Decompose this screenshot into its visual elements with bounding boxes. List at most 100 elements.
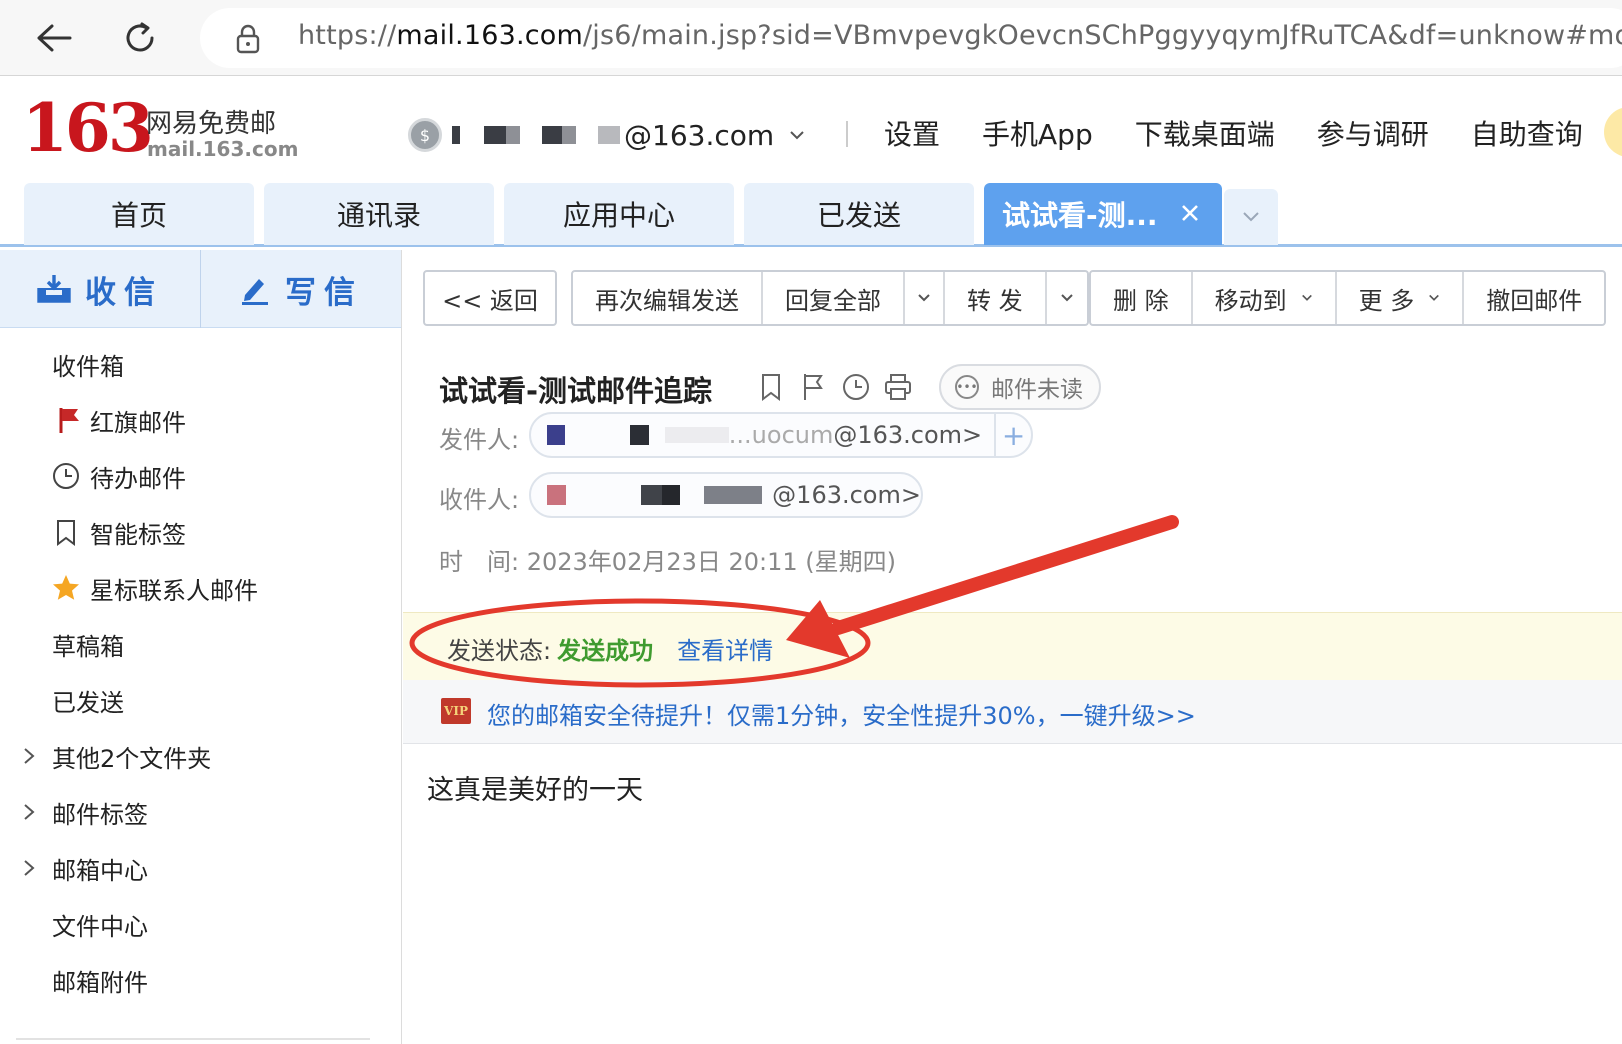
reload-icon[interactable] [116,14,164,62]
logo-163[interactable]: 163 [22,95,154,161]
inbox-download-icon [37,275,71,303]
clock-icon[interactable] [841,372,869,402]
header-links: 设置 手机App 下载桌面端 参与调研 自助查询 [884,113,1583,153]
sidebar-item-label: 邮件标签 [52,800,148,829]
sidebar-item-label: 收件箱 [52,352,124,381]
sidebar-item-flagged[interactable]: 红旗邮件 [0,392,401,448]
close-icon[interactable] [1180,203,1200,223]
account-email: @163.com [624,118,775,152]
sidebar-item-file-center[interactable]: 文件中心 [0,896,401,952]
unread-status-pill[interactable]: ••• 邮件未读 [939,364,1101,410]
tab-app-center[interactable]: 应用中心 [504,183,734,245]
sidebar-item-label: 邮箱附件 [52,968,148,997]
sender-address: @163.com> [833,421,983,449]
sidebar-item-label: 星标联系人邮件 [90,576,258,605]
reedit-send-button[interactable]: 再次编辑发送 [573,272,763,324]
sidebar-item-smart-tags[interactable]: 智能标签 [0,504,401,560]
view-details-link[interactable]: 查看详情 [677,631,773,666]
clock-icon [53,463,79,489]
account-menu[interactable]: $ @163.com [408,115,804,155]
status-value: 发送成功 [557,637,654,665]
back-button[interactable]: << 返回 [425,272,555,324]
sidebar-item-label: 红旗邮件 [90,408,186,437]
back-arrow-icon[interactable] [30,14,78,62]
sidebar-item-mailbox-center[interactable]: 邮箱中心 [0,840,401,896]
move-to-button[interactable]: 移动到 [1193,272,1337,324]
forward-dropdown[interactable] [1047,272,1087,324]
folder-list: 收件箱 红旗邮件 待办邮件 智能标签 星标联系人邮件 草稿箱 已发送 其他2个文… [0,336,401,1008]
url-prefix: https:// [298,20,397,51]
tab-home[interactable]: 首页 [24,183,254,245]
add-contact-icon[interactable]: + [994,414,1031,456]
reply-all-button[interactable]: 回复全部 [763,272,905,324]
sidebar-item-mail-tags[interactable]: 邮件标签 [0,784,401,840]
self-service-link[interactable]: 自助查询 [1471,113,1583,153]
sidebar-item-drafts[interactable]: 草稿箱 [0,616,401,672]
print-icon[interactable] [883,372,911,402]
vip-badge-icon: VIP [441,698,471,724]
account-badge-icon: $ [408,118,442,152]
sidebar-item-sent[interactable]: 已发送 [0,672,401,728]
browser-toolbar: https://mail.163.com/js6/main.jsp?sid=VB… [0,0,1622,76]
url-path: /js6/main.jsp?sid=VBmvpevgkOevcnSChPggyy… [583,20,1622,51]
sidebar-item-label: 已发送 [52,688,124,717]
sidebar-item-label: 其他2个文件夹 [52,744,212,773]
address-bar[interactable]: https://mail.163.com/js6/main.jsp?sid=VB… [200,8,1622,68]
redacted-block [641,485,662,505]
mail-body: 这真是美好的一天 [427,775,643,806]
sidebar-item-todo[interactable]: 待办邮件 [0,448,401,504]
sender-address-pill[interactable]: ...uocum @163.com> + [529,412,1033,458]
security-upgrade-banner: VIP 您的邮箱安全待提升！仅需1分钟，安全性提升30%，一键升级>> [403,680,1622,744]
redacted-block [630,425,649,445]
more-dots-icon: ••• [955,375,979,399]
compose-button[interactable]: 写信 [201,250,401,328]
sidebar-item-label: 文件中心 [52,912,148,941]
chevron-down-icon [1301,294,1312,301]
sidebar-item-label: 智能标签 [90,520,186,549]
chevron-down-icon [1429,294,1440,301]
download-desktop-link[interactable]: 下载桌面端 [1135,113,1275,153]
sidebar-item-label: 草稿箱 [52,632,124,661]
subject-actions [757,372,911,402]
delete-button[interactable]: 删 除 [1091,272,1193,324]
send-status: 发送状态: 发送成功 查看详情 [447,631,773,666]
tab-sent[interactable]: 已发送 [744,183,974,245]
avatar[interactable] [1604,107,1622,157]
sidebar-item-other-folders[interactable]: 其他2个文件夹 [0,728,401,784]
sidebar-actions: 收信 写信 [0,250,401,328]
forward-button[interactable]: 转 发 [945,272,1047,324]
sidebar-bottom-divider [16,1038,370,1040]
sidebar-item-starred[interactable]: 星标联系人邮件 [0,560,401,616]
redacted-block [598,126,620,144]
back-group: << 返回 [423,270,557,326]
url-host: mail.163.com [396,20,584,51]
survey-link[interactable]: 参与调研 [1317,113,1429,153]
chevron-right-icon[interactable] [22,859,36,877]
receive-label: 收信 [85,274,163,311]
status-label: 发送状态: [447,637,552,665]
mobile-app-link[interactable]: 手机App [982,113,1093,153]
chevron-right-icon[interactable] [22,803,36,821]
tab-current-mail[interactable]: 试试看-测... [984,183,1222,245]
settings-link[interactable]: 设置 [884,113,940,153]
sender-address-fragment: ...uocum [728,421,834,449]
sidebar-item-inbox[interactable]: 收件箱 [0,336,401,392]
bookmark-icon[interactable] [757,372,785,402]
sidebar-item-label: 邮箱中心 [52,856,148,885]
tab-bar: 首页 通讯录 应用中心 已发送 试试看-测... [0,183,1622,247]
flag-icon[interactable] [799,372,827,402]
recall-button[interactable]: 撤回邮件 [1464,272,1604,324]
more-button[interactable]: 更 多 [1337,272,1465,324]
tab-contacts[interactable]: 通讯录 [264,183,494,245]
chevron-right-icon[interactable] [22,747,36,765]
redacted-block [484,126,506,144]
receive-button[interactable]: 收信 [0,250,200,328]
upgrade-link[interactable]: 您的邮箱安全待提升！仅需1分钟，安全性提升30%，一键升级>> [487,696,1196,731]
chevron-down-icon [790,131,804,140]
chevron-down-icon [918,294,930,302]
tab-overflow-button[interactable] [1224,189,1278,245]
recipient-address-pill[interactable]: @163.com> [529,472,923,518]
reply-all-dropdown[interactable] [905,272,945,324]
chevron-down-icon [1060,294,1073,302]
sidebar-item-attachments[interactable]: 邮箱附件 [0,952,401,1008]
